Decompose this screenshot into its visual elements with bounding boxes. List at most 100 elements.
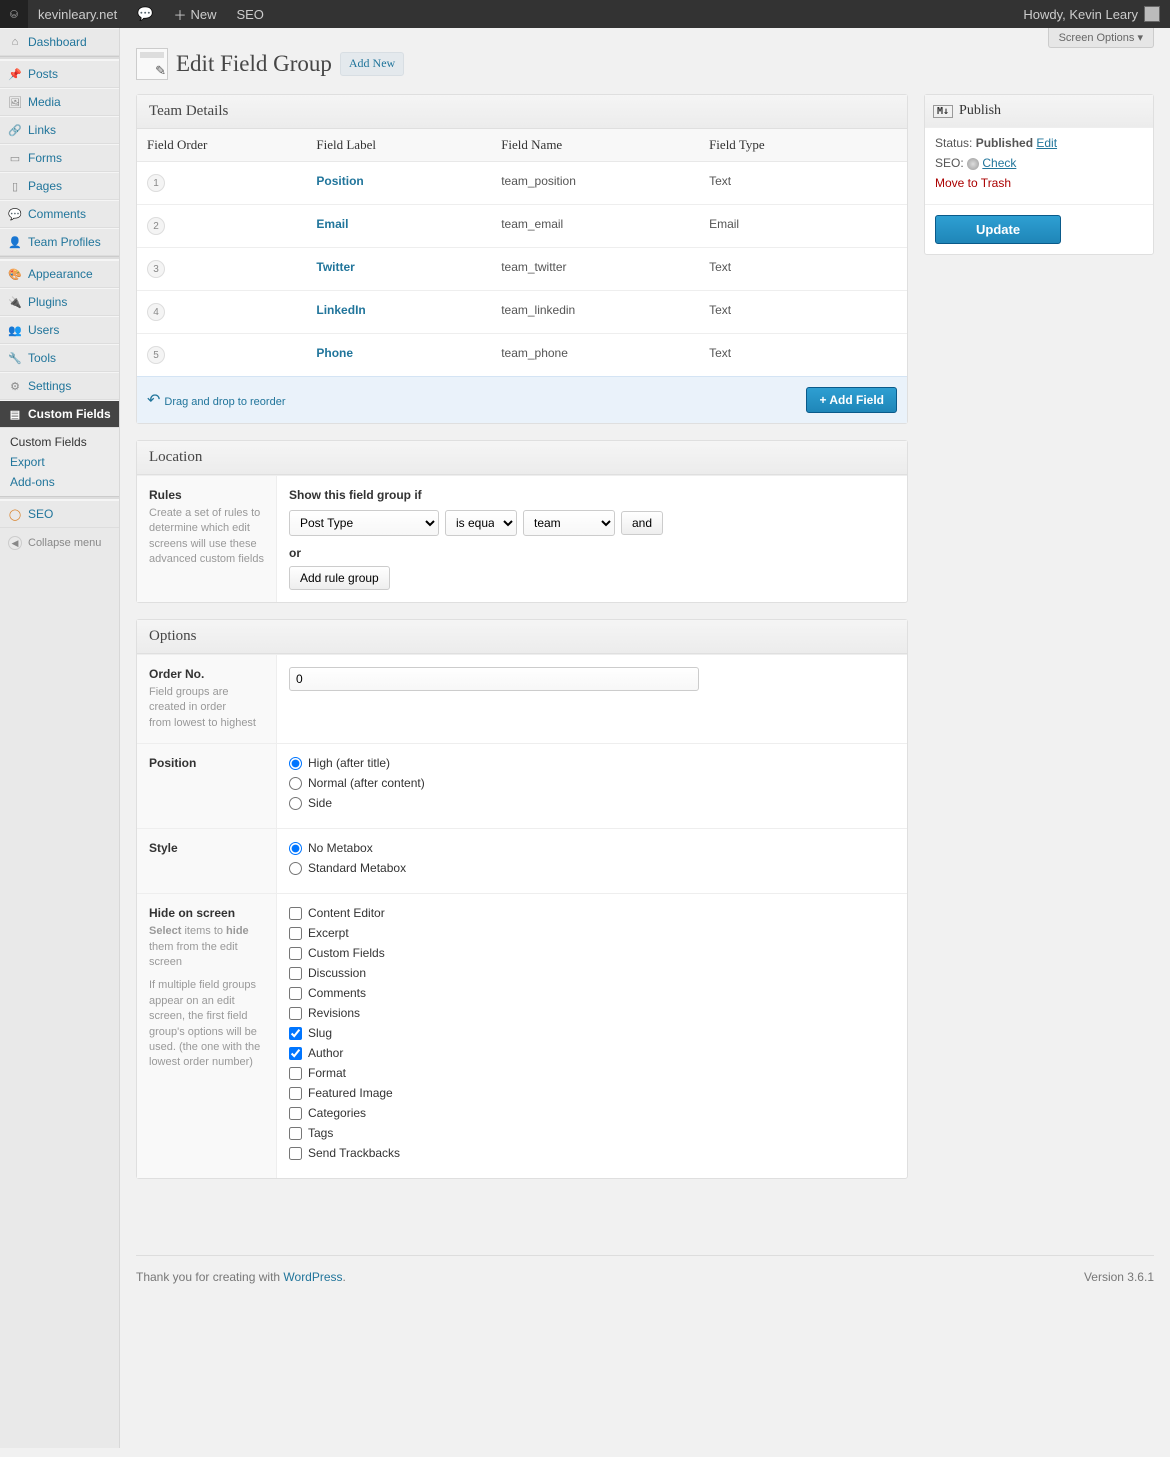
- form-icon: ▭: [8, 151, 22, 165]
- hide-item[interactable]: Comments: [289, 986, 895, 1000]
- publish-postbox: M↓ Publish Status: Published Edit SEO: C…: [924, 94, 1154, 255]
- reorder-arrow-icon: ↶: [147, 392, 160, 409]
- rule-operator-select[interactable]: is equal to: [445, 510, 517, 536]
- hide-item[interactable]: Discussion: [289, 966, 895, 980]
- submenu-custom-fields: Custom Fields Export Add-ons: [0, 428, 119, 496]
- new-content[interactable]: ＋New: [163, 0, 226, 28]
- rule-and-button[interactable]: and: [621, 511, 663, 535]
- menu-custom-fields[interactable]: ▤Custom Fields: [0, 400, 119, 428]
- col-label: Field Label: [306, 129, 491, 162]
- collapse-icon: ◀: [8, 536, 22, 550]
- rule-value-select[interactable]: team: [523, 510, 615, 536]
- menu-posts[interactable]: 📌Posts: [0, 60, 119, 88]
- user-icon: 👤: [8, 235, 22, 249]
- hide-item[interactable]: Content Editor: [289, 906, 895, 920]
- field-row[interactable]: 2Emailteam_emailEmail: [137, 205, 907, 248]
- field-row[interactable]: 5Phoneteam_phoneText: [137, 334, 907, 377]
- menu-appearance[interactable]: 🎨Appearance: [0, 260, 119, 288]
- edit-status-link[interactable]: Edit: [1036, 136, 1057, 150]
- submenu-addons[interactable]: Add-ons: [0, 472, 119, 492]
- field-row[interactable]: 1 Position team_positionText: [137, 162, 907, 205]
- hide-item[interactable]: Format: [289, 1066, 895, 1080]
- menu-team-profiles[interactable]: 👤Team Profiles: [0, 228, 119, 256]
- hide-label: Hide on screen: [149, 906, 264, 920]
- field-label-link[interactable]: Phone: [316, 346, 353, 360]
- comment-icon: 💬: [8, 207, 22, 221]
- seo-line: SEO: Check: [935, 156, 1143, 170]
- add-new-button[interactable]: Add New: [340, 52, 404, 76]
- col-type: Field Type: [699, 129, 907, 162]
- tools-icon: 🔧: [8, 351, 22, 365]
- seo-check-link[interactable]: Check: [982, 156, 1016, 170]
- hide-item[interactable]: Revisions: [289, 1006, 895, 1020]
- site-name[interactable]: kevinleary.net: [28, 0, 127, 28]
- hide-item[interactable]: Excerpt: [289, 926, 895, 940]
- style-none[interactable]: No Metabox: [289, 841, 895, 855]
- hide-item[interactable]: Categories: [289, 1106, 895, 1120]
- collapse-menu[interactable]: ◀Collapse menu: [0, 528, 119, 558]
- hide-item[interactable]: Send Trackbacks: [289, 1146, 895, 1160]
- howdy-account[interactable]: Howdy, Kevin Leary: [1013, 0, 1170, 28]
- menu-plugins[interactable]: 🔌Plugins: [0, 288, 119, 316]
- field-label-link[interactable]: Twitter: [316, 260, 354, 274]
- menu-comments[interactable]: 💬Comments: [0, 200, 119, 228]
- wordpress-link[interactable]: WordPress: [283, 1270, 342, 1284]
- field-name: team_email: [491, 205, 699, 248]
- seo-menu[interactable]: SEO: [226, 0, 273, 28]
- add-field-button[interactable]: + Add Field: [806, 387, 897, 413]
- col-order: Field Order: [137, 129, 306, 162]
- field-label-link[interactable]: Email: [316, 217, 348, 231]
- field-type: Text: [699, 162, 907, 205]
- field-type: Email: [699, 205, 907, 248]
- fields-title: Team Details: [137, 95, 907, 129]
- page-title-icon: [136, 48, 168, 80]
- menu-settings[interactable]: ⚙Settings: [0, 372, 119, 400]
- wp-logo-icon[interactable]: [0, 0, 28, 28]
- position-side[interactable]: Side: [289, 796, 895, 810]
- field-name: team_position: [491, 162, 699, 205]
- rules-desc: Create a set of rules to determine which…: [149, 506, 264, 568]
- order-no-input[interactable]: [289, 667, 699, 691]
- menu-links[interactable]: 🔗Links: [0, 116, 119, 144]
- field-type: Text: [699, 291, 907, 334]
- position-high[interactable]: High (after title): [289, 756, 895, 770]
- style-standard[interactable]: Standard Metabox: [289, 861, 895, 875]
- field-label-link[interactable]: LinkedIn: [316, 303, 365, 317]
- avatar: [1144, 6, 1160, 22]
- field-label-link[interactable]: Position: [316, 174, 363, 188]
- hide-item[interactable]: Tags: [289, 1126, 895, 1140]
- hide-item[interactable]: Author: [289, 1046, 895, 1060]
- location-postbox: Location Rules Create a set of rules to …: [136, 440, 908, 603]
- menu-pages[interactable]: ▯Pages: [0, 172, 119, 200]
- field-row[interactable]: 3Twitterteam_twitterText: [137, 248, 907, 291]
- position-normal[interactable]: Normal (after content): [289, 776, 895, 790]
- status-line: Status: Published Edit: [935, 136, 1143, 150]
- hide-item[interactable]: Slug: [289, 1026, 895, 1040]
- update-button[interactable]: Update: [935, 215, 1061, 244]
- hide-item[interactable]: Custom Fields: [289, 946, 895, 960]
- submenu-export[interactable]: Export: [0, 452, 119, 472]
- admin-bar: kevinleary.net 💬 ＋New SEO Howdy, Kevin L…: [0, 0, 1170, 28]
- field-order: 3: [147, 260, 165, 278]
- menu-dashboard[interactable]: ⌂Dashboard: [0, 28, 119, 56]
- hide-item[interactable]: Featured Image: [289, 1086, 895, 1100]
- or-label: or: [289, 546, 895, 560]
- menu-users[interactable]: 👥Users: [0, 316, 119, 344]
- menu-tools[interactable]: 🔧Tools: [0, 344, 119, 372]
- comments-icon[interactable]: 💬: [127, 0, 163, 28]
- menu-media[interactable]: 🖼Media: [0, 88, 119, 116]
- screen-options-toggle[interactable]: Screen Options ▾: [1048, 28, 1154, 48]
- field-order: 1: [147, 174, 165, 192]
- rule-param-select[interactable]: Post Type: [289, 510, 439, 536]
- home-icon: ⌂: [8, 35, 22, 49]
- options-title: Options: [137, 620, 907, 654]
- move-to-trash-link[interactable]: Move to Trash: [935, 176, 1011, 190]
- menu-seo[interactable]: ◯SEO: [0, 500, 119, 528]
- field-order: 2: [147, 217, 165, 235]
- page-title: Edit Field Group Add New: [136, 48, 1154, 80]
- add-rule-group-button[interactable]: Add rule group: [289, 566, 390, 590]
- submenu-custom-fields-link[interactable]: Custom Fields: [0, 432, 119, 452]
- page-icon: ▯: [8, 179, 22, 193]
- menu-forms[interactable]: ▭Forms: [0, 144, 119, 172]
- field-row[interactable]: 4LinkedInteam_linkedinText: [137, 291, 907, 334]
